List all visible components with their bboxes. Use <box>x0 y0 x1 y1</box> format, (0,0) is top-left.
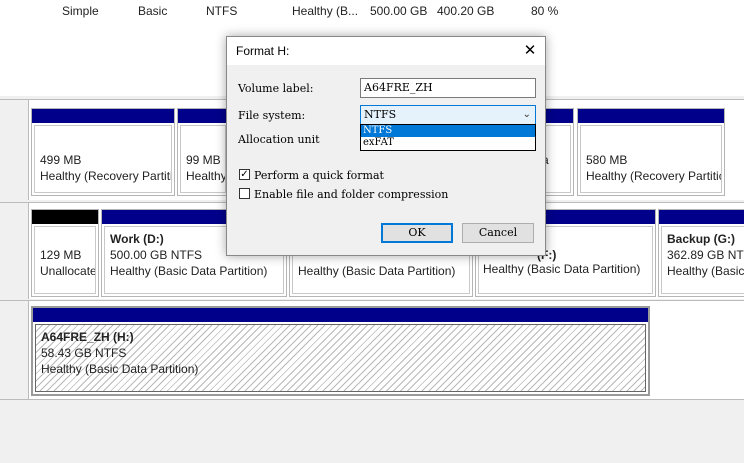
volume-label-input[interactable]: A64FRE_ZH <box>360 78 536 98</box>
partition-bar <box>578 109 724 123</box>
partition-size: 362.89 GB NTFS <box>667 248 744 262</box>
option-exfat[interactable]: exFAT <box>361 137 535 149</box>
file-system-select[interactable]: NTFS ⌄ <box>360 105 536 125</box>
partition-a64fre-h[interactable]: A64FRE_ZH (H:) 58.43 GB NTFS Healthy (Ba… <box>31 306 650 396</box>
volume-label-caption: Volume label: <box>238 82 314 95</box>
partition-size: 499 MB <box>40 153 82 167</box>
partition-bar <box>32 210 98 224</box>
partition-status: Unallocate <box>40 264 96 278</box>
partition-unallocated[interactable]: 129 MB Unallocate <box>31 209 99 297</box>
format-dialog: Format H: ✕ Volume label: A64FRE_ZH File… <box>226 36 546 256</box>
partition-size: 580 MB <box>586 153 628 167</box>
partition-size: 58.43 GB NTFS <box>41 346 127 360</box>
partition-bar <box>33 308 648 322</box>
disk-label-2[interactable] <box>0 203 29 299</box>
close-icon[interactable]: ✕ <box>515 37 545 65</box>
file-system-dropdown: NTFS exFAT <box>360 124 536 151</box>
partition-status: Healthy <box>186 169 226 183</box>
partition-status: Healthy (Basic Data Partition) <box>110 264 268 278</box>
partition-efi[interactable]: 99 MB Healthy <box>177 108 229 196</box>
dialog-title: Format H: <box>236 44 290 58</box>
partition-name: A64FRE_ZH (H:) <box>41 330 134 344</box>
partition-status: Healthy (Recovery Partiti <box>40 169 172 183</box>
dialog-titlebar[interactable]: Format H: ✕ <box>227 37 545 65</box>
status-cell: Healthy (B... <box>292 4 359 18</box>
partition-backup-g[interactable]: Backup (G:) 362.89 GB NTFS Healthy (Basi… <box>658 209 744 297</box>
partition-status: Healthy (Basic Data Partition) <box>483 262 641 276</box>
partition-recovery-2[interactable]: 580 MB Healthy (Recovery Partitic <box>577 108 725 196</box>
partition-status: Healthy (Recovery Partitic <box>586 169 722 183</box>
partition-status: Healthy (Basic Data Partition) <box>41 362 199 376</box>
percent-free-cell: 80 % <box>531 4 559 18</box>
cancel-button[interactable]: Cancel <box>462 223 534 243</box>
partition-bar <box>32 109 174 123</box>
compression-checkbox[interactable] <box>239 188 250 199</box>
partition-name: (F:) <box>537 248 557 262</box>
file-system-cell: NTFS <box>206 4 238 18</box>
partition-bar <box>178 109 228 123</box>
partition-recovery-1[interactable]: 499 MB Healthy (Recovery Partiti <box>31 108 175 196</box>
file-system-value: NTFS <box>364 108 397 121</box>
disk-label-3[interactable] <box>0 301 29 399</box>
partition-bar <box>659 210 744 224</box>
quick-format-label: Perform a quick format <box>254 169 384 182</box>
partition-status: Healthy (Basic <box>667 264 744 278</box>
partition-size: 129 MB <box>40 248 82 262</box>
quick-format-checkbox[interactable]: ✓ <box>239 169 250 180</box>
ok-button[interactable]: OK <box>381 223 453 243</box>
compression-label: Enable file and folder compression <box>254 188 449 201</box>
disk-row-3: A64FRE_ZH (H:) 58.43 GB NTFS Healthy (Ba… <box>0 300 744 399</box>
partition-size: 99 MB <box>186 153 221 167</box>
disk-label-1[interactable] <box>0 100 29 200</box>
allocation-unit-caption: Allocation unit <box>238 133 320 146</box>
option-ntfs[interactable]: NTFS <box>361 125 535 137</box>
chevron-down-icon[interactable]: ⌄ <box>523 106 531 124</box>
partition-status: Healthy (Basic Data Partition) <box>298 264 456 278</box>
free-space-cell: 400.20 GB <box>437 4 495 18</box>
empty-area <box>0 399 744 463</box>
layout-cell: Simple <box>62 4 99 18</box>
partition-name: Backup (G:) <box>667 232 736 246</box>
capacity-cell: 500.00 GB <box>370 4 428 18</box>
file-system-caption: File system: <box>238 109 306 122</box>
type-cell: Basic <box>138 4 168 18</box>
